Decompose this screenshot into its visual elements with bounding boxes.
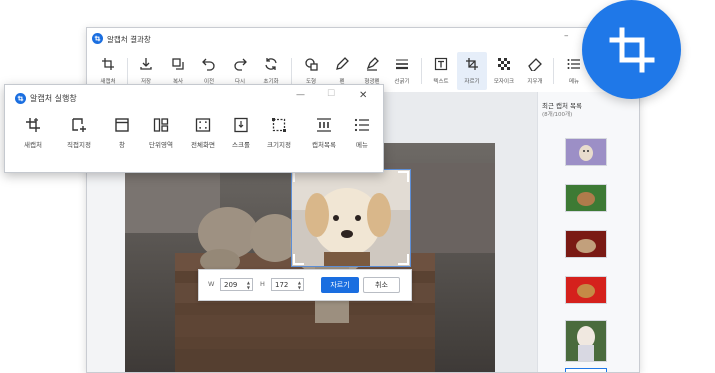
app-logo-icon — [92, 33, 103, 44]
tool-line-width[interactable]: 선굵기 — [387, 52, 417, 90]
launcher-tool-label: 메뉴 — [356, 141, 368, 149]
window-icon — [115, 118, 129, 132]
launcher-tool-label: 스크롤 — [232, 141, 250, 149]
width-spinner-icon[interactable]: ▲ ▼ — [247, 280, 250, 290]
toolbar-divider — [421, 58, 422, 84]
crop-size-bar: W 209 ▲ ▼ H 172 ▲ ▼ 자르기 취소 — [198, 269, 412, 301]
launcher-capture-list[interactable]: 캡처목록 — [306, 113, 342, 161]
launcher-minimize-button[interactable]: — — [296, 90, 305, 100]
launcher-close-button[interactable]: ✕ — [359, 90, 367, 101]
tool-label: 텍스트 — [433, 79, 449, 85]
shape-icon — [305, 58, 318, 71]
reset-icon — [265, 58, 277, 70]
launcher-tool-label: 창 — [119, 141, 125, 149]
tool-mosaic[interactable]: 모자이크 — [489, 52, 519, 90]
toolbar-divider — [291, 58, 292, 84]
eraser-icon — [528, 58, 542, 71]
launcher-window[interactable]: 창 — [111, 113, 133, 161]
recent-panel-count: (8개/100개) — [542, 112, 573, 118]
tool-label: 메뉴 — [568, 79, 580, 85]
crop-icon — [466, 58, 478, 70]
result-window-titlebar: 알캡처 결과창 – — [87, 28, 639, 50]
scroll-icon — [234, 117, 248, 133]
recent-thumbnail[interactable] — [565, 184, 607, 212]
launcher-tool-label: 새캡처 — [24, 141, 42, 149]
crop-selection[interactable] — [291, 169, 411, 267]
crop-confirm-button[interactable]: 자르기 — [321, 277, 359, 293]
toolbar-divider — [127, 58, 128, 84]
launcher-tool-label: 직접지정 — [67, 141, 91, 149]
launcher-tool-label: 전체화면 — [191, 141, 215, 149]
crop-handle[interactable] — [293, 254, 304, 265]
capture-list-icon — [317, 118, 331, 132]
launcher-tool-label: 캡처목록 — [312, 141, 336, 149]
result-window-title: 알캡처 결과창 — [107, 35, 151, 44]
crop-icon — [609, 27, 654, 72]
highlighter-icon — [366, 57, 379, 71]
launcher-size-select[interactable]: 크기지정 — [261, 113, 297, 161]
menu-icon — [354, 118, 369, 132]
launcher-direct-select[interactable]: 직접지정 — [61, 113, 97, 161]
pen-icon — [336, 57, 349, 70]
mosaic-icon — [498, 58, 510, 70]
width-label: W — [208, 280, 215, 288]
fullscreen-icon — [195, 118, 211, 132]
unit-area-icon — [153, 118, 169, 132]
size-select-icon — [272, 118, 286, 132]
launcher-fullscreen[interactable]: 전체화면 — [185, 113, 221, 161]
launcher-menu[interactable]: 메뉴 — [351, 113, 373, 161]
width-value: 209 — [224, 281, 238, 289]
launcher-unit-area[interactable]: 단위영역 — [143, 113, 179, 161]
direct-select-icon — [72, 118, 86, 132]
launcher-scroll[interactable]: 스크롤 — [227, 113, 255, 161]
crop-feature-badge — [582, 0, 681, 99]
height-label: H — [260, 280, 265, 288]
menu-icon — [567, 59, 580, 69]
launcher-maximize-button[interactable]: ☐ — [327, 89, 335, 99]
app-logo-icon — [15, 93, 26, 104]
recent-captures-panel: 최근 캡처 목록 (8개/100개) — [537, 92, 639, 372]
height-spinner-icon[interactable]: ▲ ▼ — [298, 280, 301, 290]
width-input[interactable]: 209 ▲ ▼ — [220, 278, 253, 291]
height-input[interactable]: 172 ▲ ▼ — [271, 278, 304, 291]
save-icon — [140, 58, 152, 70]
tool-label: 지우개 — [527, 79, 543, 85]
line-width-icon — [396, 59, 408, 70]
toolbar-divider — [553, 58, 554, 84]
launcher-title: 알캡처 실행창 — [30, 94, 77, 103]
crop-cancel-button[interactable]: 취소 — [363, 277, 400, 293]
copy-icon — [172, 58, 184, 70]
recent-thumbnail[interactable] — [565, 138, 607, 166]
text-icon — [434, 57, 448, 71]
tool-eraser[interactable]: 지우개 — [520, 52, 550, 90]
crop-handle[interactable] — [398, 171, 409, 182]
result-minimize-button[interactable]: – — [564, 31, 569, 41]
launcher-tool-label: 크기지정 — [267, 141, 291, 149]
tool-label: 자르기 — [464, 79, 480, 85]
new-capture-icon — [26, 118, 40, 132]
tool-text[interactable]: 텍스트 — [426, 52, 456, 90]
new-capture-icon — [102, 58, 114, 70]
recent-thumbnail[interactable] — [565, 230, 607, 258]
launcher-new-capture[interactable]: 새캡처 — [19, 113, 47, 161]
redo-icon — [234, 58, 247, 71]
tool-crop[interactable]: 자르기 — [457, 52, 487, 90]
tool-label: 모자이크 — [493, 79, 515, 85]
tool-label: 선굵기 — [394, 79, 410, 85]
recent-thumbnail[interactable] — [565, 320, 607, 362]
undo-icon — [202, 58, 215, 71]
capture-launcher-window: 알캡처 실행창 — ☐ ✕ 새캡처 직접지정 창 단위영역 전체화면 스크롤 크… — [4, 84, 384, 173]
recent-panel-title: 최근 캡처 목록 — [542, 102, 583, 110]
crop-handle[interactable] — [398, 254, 409, 265]
recent-thumbnail[interactable] — [565, 276, 607, 304]
height-value: 172 — [275, 281, 289, 289]
launcher-tool-label: 단위영역 — [149, 141, 173, 149]
